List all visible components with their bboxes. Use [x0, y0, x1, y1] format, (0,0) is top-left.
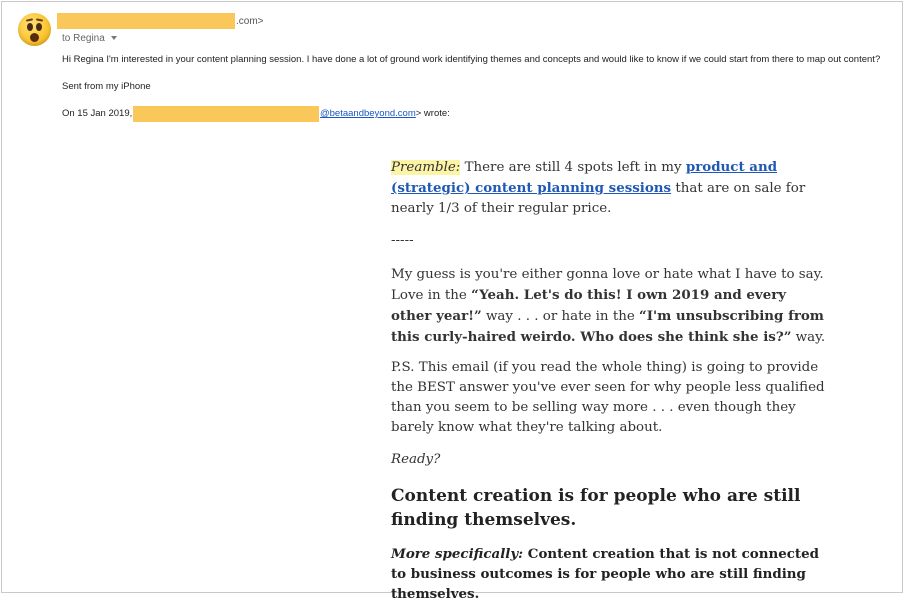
sender-email-suffix: .com>: [236, 16, 264, 27]
quoted-newsletter: Preamble: There are still 4 spots left i…: [391, 157, 831, 604]
redacted-sender-name: [57, 13, 235, 29]
quote-intro-rest: @betaandbeyond.com> wrote:: [320, 108, 450, 119]
guess-paragraph: My guess is you're either gonna love or …: [391, 265, 831, 348]
preamble-text: There are still 4 spots left in my: [460, 160, 686, 175]
quote-intro-wrote: > wrote:: [415, 108, 450, 119]
caret-down-icon[interactable]: [110, 36, 117, 41]
section-heading: Content creation is for people who are s…: [391, 486, 801, 530]
avatar-brow-right: [35, 18, 44, 22]
quote-intro-date: On 15 Jan 2019,: [62, 108, 133, 119]
avatar-brow-left: [25, 18, 34, 22]
avatar-eye-left: [27, 23, 33, 31]
avatar-mouth: [30, 33, 39, 42]
guess-text-mid: way . . . or hate in the: [481, 309, 640, 324]
recipient-label: to Regina: [62, 33, 105, 44]
specifically-label: More specifically:: [391, 546, 524, 562]
guess-text-end: way.: [791, 330, 826, 345]
specifically-paragraph: More specifically: Content creation that…: [391, 544, 831, 604]
sender-avatar-surprised-face-icon[interactable]: [18, 13, 51, 46]
separator: -----: [391, 233, 414, 248]
ps-paragraph: P.S. This email (if you read the whole t…: [391, 360, 825, 435]
recipient-line[interactable]: to Regina: [62, 33, 117, 44]
preamble-paragraph: Preamble: There are still 4 spots left i…: [391, 157, 831, 219]
redacted-quoted-sender: [133, 106, 319, 122]
quote-intro: On 15 Jan 2019,: [62, 108, 132, 119]
message-body: Hi Regina I'm interested in your content…: [62, 54, 881, 65]
ready-line: Ready?: [391, 452, 441, 467]
avatar-eye-right: [36, 23, 42, 31]
preamble-label: Preamble:: [391, 160, 461, 175]
message-signature: Sent from my iPhone: [62, 81, 151, 92]
quoted-sender-email-link[interactable]: @betaandbeyond.com: [320, 108, 416, 119]
